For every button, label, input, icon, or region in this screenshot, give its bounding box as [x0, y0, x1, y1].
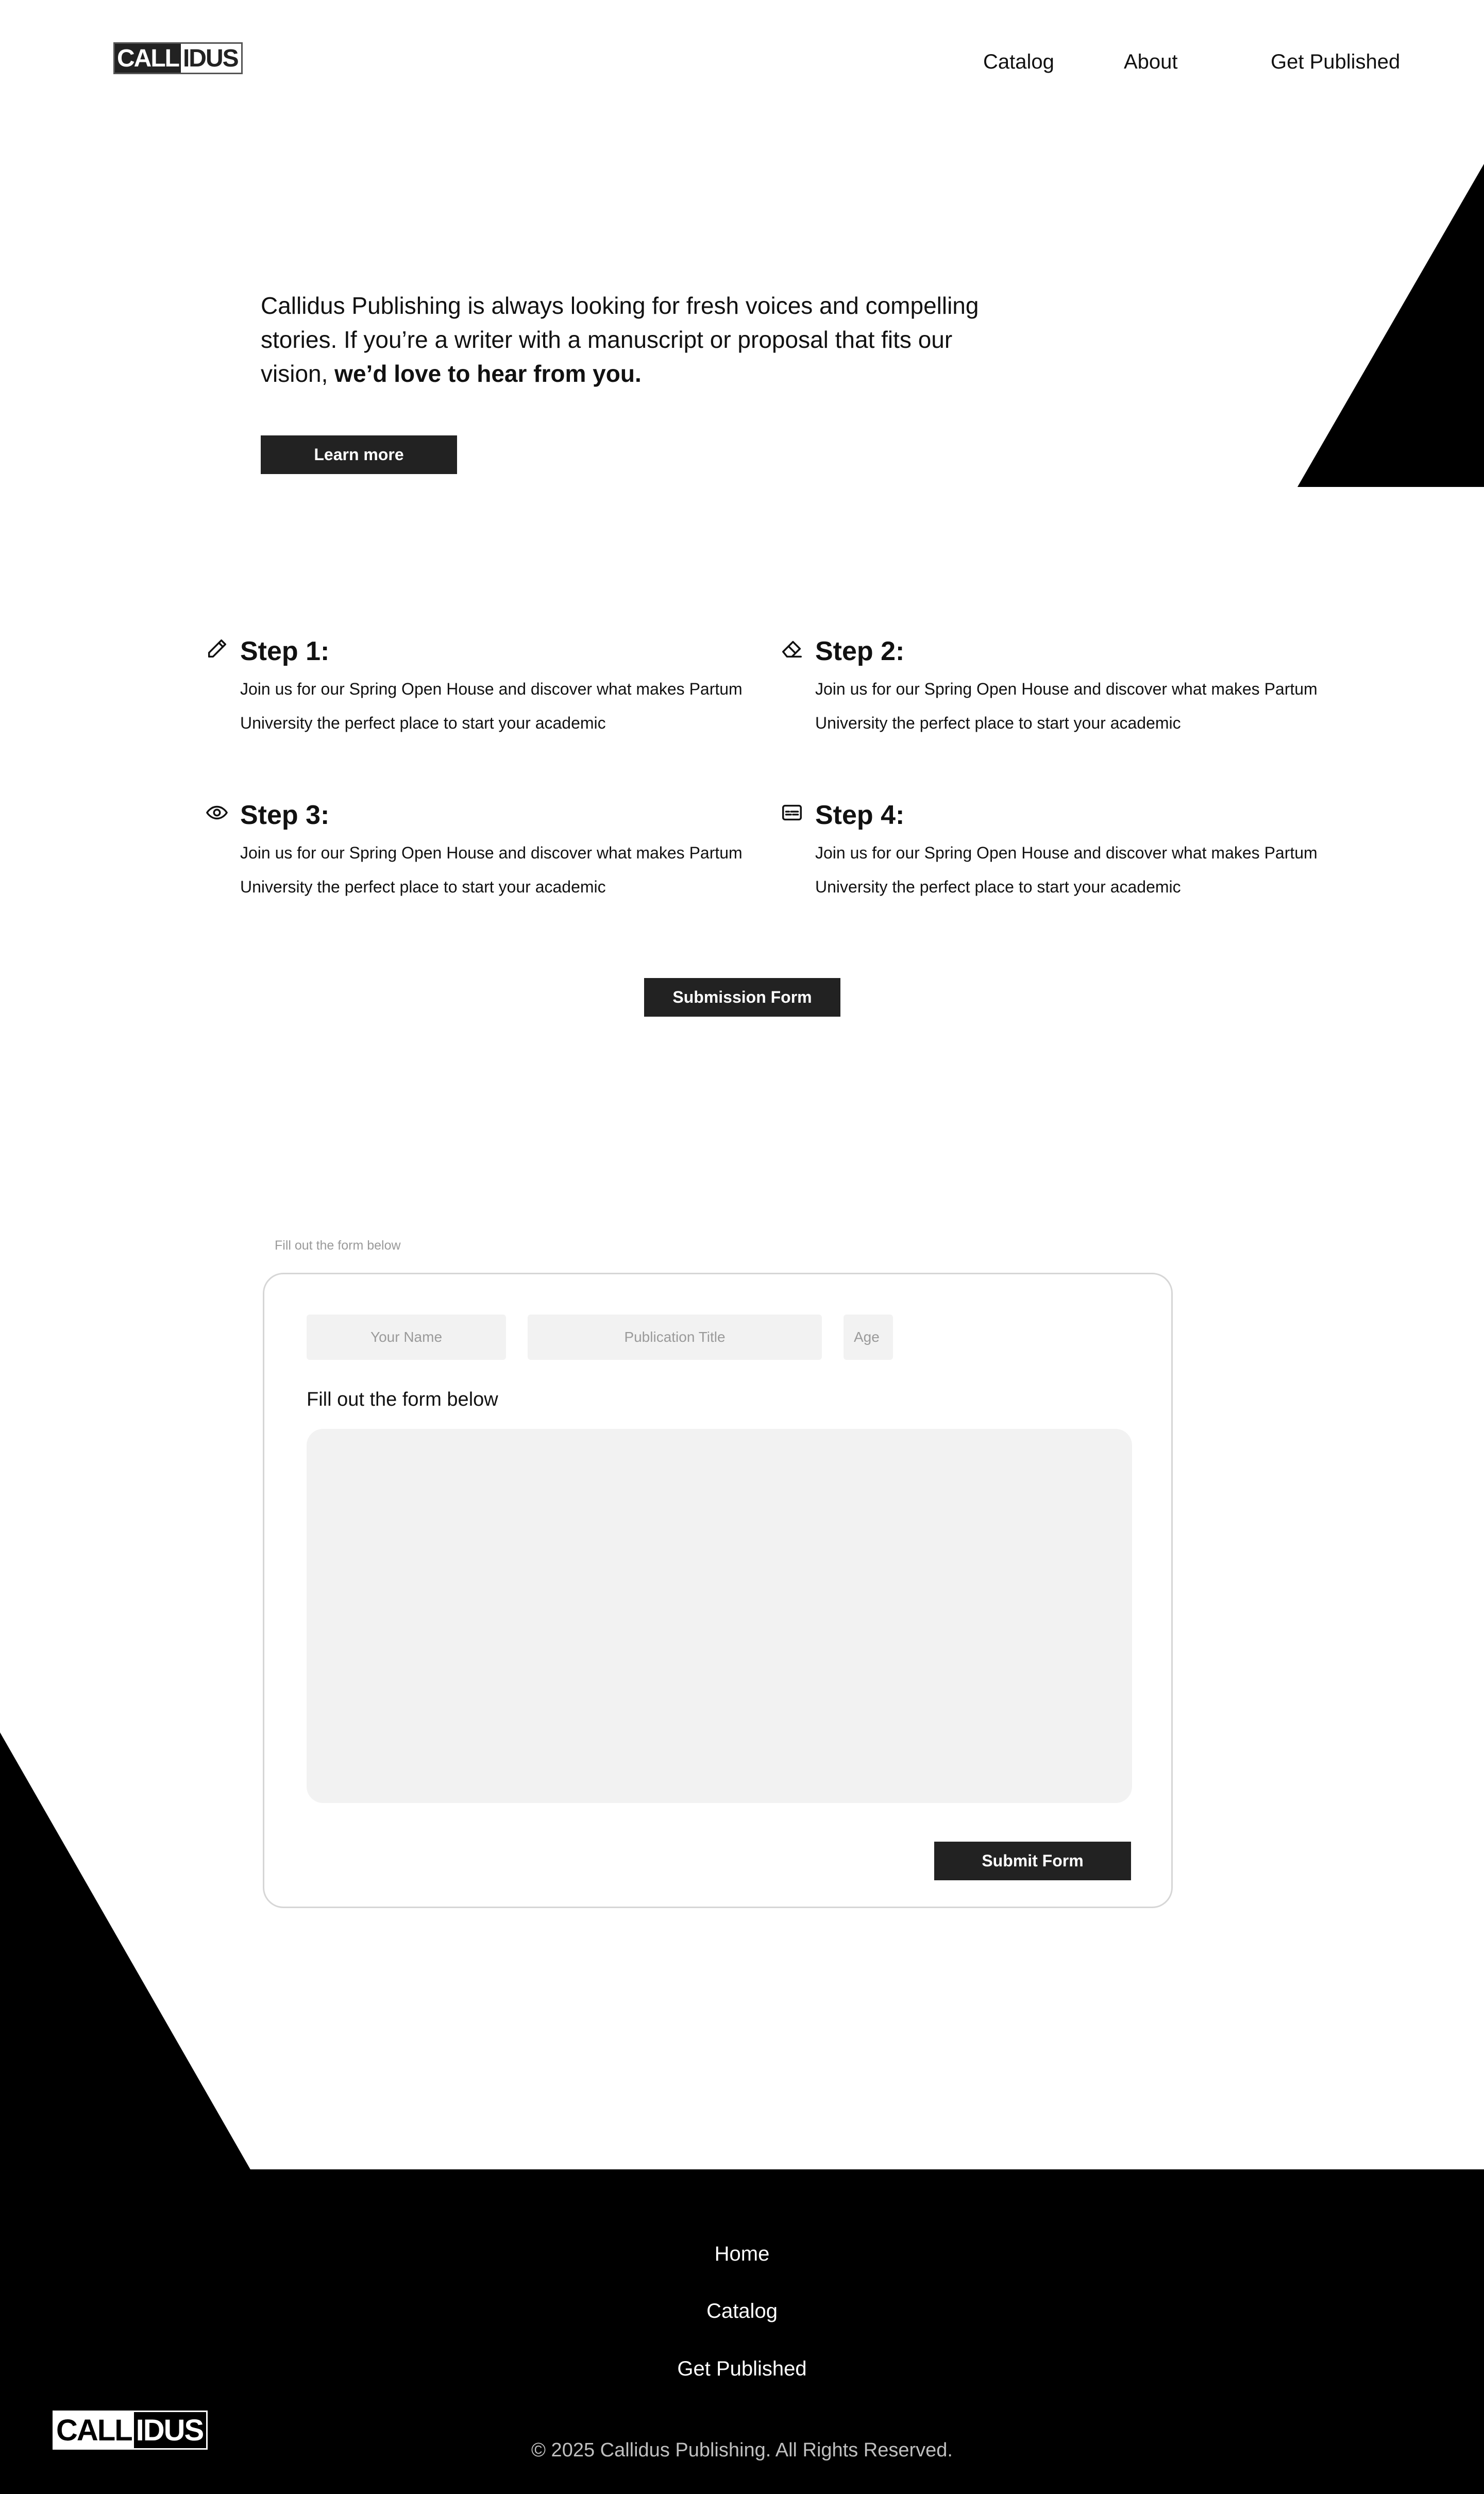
step-3: Step 3: Join us for our Spring Open Hous…: [206, 799, 766, 904]
submit-form-button[interactable]: Submit Form: [934, 1842, 1131, 1880]
step-4-title: Step 4:: [815, 800, 905, 830]
nav-about[interactable]: About: [1124, 50, 1178, 74]
eraser-icon: [782, 641, 802, 658]
nav-get-published[interactable]: Get Published: [1271, 50, 1400, 74]
logo-part1: CALL: [115, 44, 181, 73]
logo-part2: IDUS: [182, 44, 239, 72]
hero-text-bold: we’d love to hear from you.: [334, 360, 642, 387]
step-2-title: Step 2:: [815, 636, 905, 666]
decorative-triangle-bottom: [0, 1732, 251, 2170]
pencil-icon: [208, 639, 227, 658]
form-hint: Fill out the form below: [275, 1238, 401, 1253]
logo[interactable]: CALL IDUS: [113, 42, 243, 74]
decorative-triangle-top: [1297, 164, 1484, 487]
footer-catalog-link[interactable]: Catalog: [0, 2300, 1484, 2323]
submission-form: Fill out the form below: [263, 1273, 1173, 1908]
step-3-text: Join us for our Spring Open House and di…: [240, 844, 743, 896]
name-input[interactable]: [307, 1315, 506, 1360]
step-2: Step 2: Join us for our Spring Open Hous…: [782, 635, 1341, 740]
form-label: Fill out the form below: [307, 1389, 498, 1410]
step-1: Step 1: Join us for our Spring Open Hous…: [208, 635, 766, 740]
copyright-text: © 2025 Callidus Publishing. All Rights R…: [531, 2439, 953, 2461]
publication-title-input[interactable]: [528, 1315, 822, 1360]
age-input[interactable]: [844, 1315, 893, 1360]
footer-home-link[interactable]: Home: [0, 2243, 1484, 2266]
nav-catalog[interactable]: Catalog: [983, 50, 1054, 74]
step-1-title: Step 1:: [240, 636, 330, 666]
learn-more-button[interactable]: Learn more: [261, 435, 457, 474]
submission-form-button[interactable]: Submission Form: [644, 978, 840, 1017]
step-3-title: Step 3:: [240, 800, 330, 830]
hero-text: Callidus Publishing is always looking fo…: [261, 289, 982, 391]
step-4: Step 4: Join us for our Spring Open Hous…: [782, 799, 1341, 904]
eye-icon: [206, 805, 228, 820]
footer-get-published-link[interactable]: Get Published: [0, 2357, 1484, 2381]
step-1-text: Join us for our Spring Open House and di…: [240, 680, 743, 732]
subtitles-icon: [782, 804, 802, 821]
step-4-text: Join us for our Spring Open House and di…: [815, 844, 1318, 896]
step-2-text: Join us for our Spring Open House and di…: [815, 680, 1318, 732]
message-textarea[interactable]: [307, 1429, 1132, 1803]
